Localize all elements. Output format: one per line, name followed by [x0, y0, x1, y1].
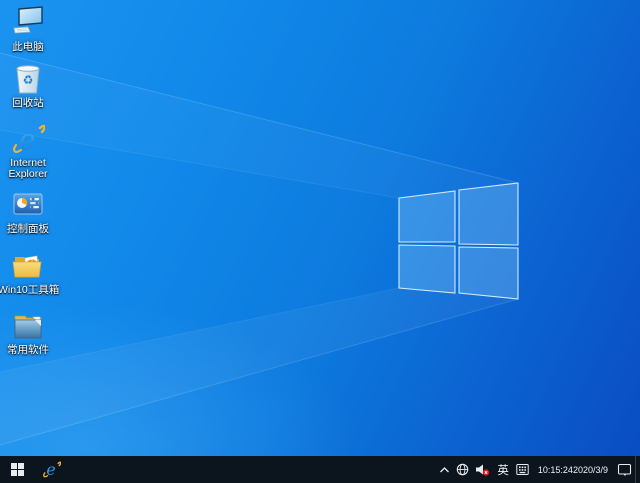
desktop-icon-internet-explorer[interactable]: e Internet Explorer	[1, 122, 55, 180]
win10-toolbox-folder-icon	[11, 249, 45, 283]
clock-time: 10:15:24	[538, 465, 573, 475]
chevron-up-icon	[439, 466, 450, 474]
tray-ime-keyboard-button[interactable]	[513, 456, 532, 483]
system-tray: 英 10:15:24 2020/3/9	[436, 456, 640, 483]
icon-label: 控制面板	[7, 224, 49, 235]
start-button[interactable]	[0, 456, 34, 483]
tray-volume-button[interactable]	[472, 456, 493, 483]
desktop-icon-control-panel[interactable]: 控制面板	[1, 188, 55, 235]
tray-show-hidden-icons-button[interactable]	[436, 456, 453, 483]
internet-explorer-icon: e	[11, 122, 45, 156]
clock-date: 2020/3/9	[573, 465, 608, 475]
recycle-bin-icon: ♻	[11, 62, 45, 96]
action-center-button[interactable]	[614, 456, 635, 483]
icon-label: 此电脑	[12, 42, 44, 53]
taskbar: e 英	[0, 456, 640, 483]
windows-start-icon	[11, 463, 24, 476]
icon-label: 常用软件	[7, 345, 49, 356]
tray-ime-language-indicator[interactable]: 英	[493, 456, 513, 483]
taskbar-internet-explorer-button[interactable]: e	[34, 456, 68, 483]
show-desktop-button[interactable]	[635, 456, 640, 483]
globe-network-icon	[456, 463, 469, 476]
tray-clock[interactable]: 10:15:24 2020/3/9	[532, 456, 614, 483]
desktop-background[interactable]: 此电脑 ♻ 回收站 e Internet Explo	[0, 0, 640, 456]
desktop-icon-win10-toolbox[interactable]: Win10工具箱	[1, 249, 55, 296]
desktop-icon-this-pc[interactable]: 此电脑	[1, 6, 55, 53]
wallpaper-windows-logo	[0, 0, 640, 456]
control-panel-icon	[11, 188, 45, 222]
action-center-icon	[617, 463, 632, 477]
desktop-icon-recycle-bin[interactable]: ♻ 回收站	[1, 62, 55, 109]
this-pc-icon	[11, 6, 45, 40]
common-software-folder-icon	[11, 309, 45, 343]
icon-label: Internet Explorer	[1, 158, 55, 180]
speaker-muted-icon	[475, 463, 490, 476]
desktop-icon-common-software[interactable]: 常用软件	[1, 309, 55, 356]
ime-keyboard-icon	[516, 463, 529, 476]
svg-text:♻: ♻	[23, 73, 34, 87]
tray-network-button[interactable]	[453, 456, 472, 483]
icon-label: 回收站	[12, 98, 44, 109]
internet-explorer-icon: e	[42, 460, 61, 479]
icon-label: Win10工具箱	[0, 285, 58, 296]
